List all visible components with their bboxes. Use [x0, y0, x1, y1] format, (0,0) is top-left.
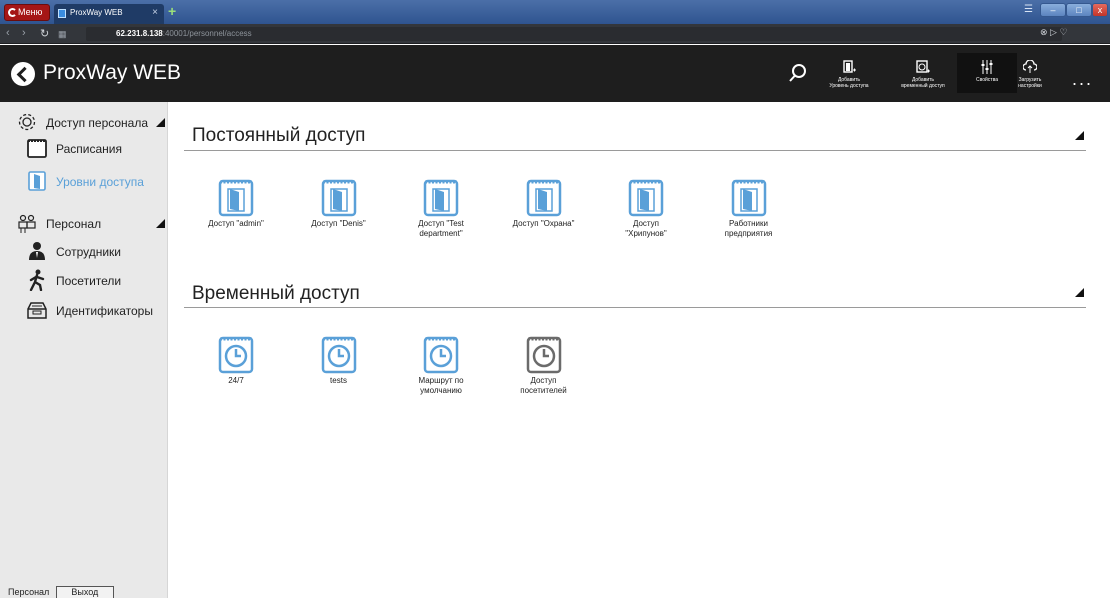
add-temporary-access-button[interactable]: Добавить временный доступ: [893, 60, 953, 89]
section-title-permanent: Постоянный доступ: [192, 125, 366, 146]
add-schedule-icon: [916, 60, 930, 73]
access-tile[interactable]: Доступ посетителей: [494, 334, 594, 396]
browser-tab-title: ProxWay WEB: [70, 8, 123, 17]
employee-icon: [29, 242, 45, 260]
tile-label: tests: [330, 376, 347, 385]
app-header: ProxWay WEB Добавить Уровень доступа Доб…: [0, 45, 1110, 102]
access-tile[interactable]: Работники предприятия: [699, 177, 799, 239]
app-title: ProxWay WEB: [43, 61, 182, 84]
sidebar: Доступ персонала Расписания Уровни досту…: [0, 102, 168, 598]
access-level-door-icon: [628, 179, 664, 217]
reload-icon[interactable]: ↻: [40, 27, 49, 40]
access-level-door-icon: [423, 179, 459, 217]
proxway-logo-icon[interactable]: [11, 62, 35, 86]
tile-label: 24/7: [228, 376, 244, 385]
access-level-door-icon: [321, 179, 356, 217]
tile-label: Доступ "Test department": [418, 219, 464, 238]
collapse-triangle-icon[interactable]: [156, 219, 165, 228]
tile-label: Доступ "Охрана": [512, 219, 575, 228]
current-user-label: Персонал: [8, 587, 50, 597]
access-tile[interactable]: 24/7: [186, 334, 286, 386]
logout-button[interactable]: Выход: [55, 586, 114, 598]
add-door-icon: [843, 60, 856, 73]
schedule-clock-icon: [526, 336, 561, 374]
speed-dial-icon[interactable]: ▦: [58, 29, 67, 40]
access-tile[interactable]: Доступ "Test department": [391, 177, 491, 239]
collapse-triangle-icon[interactable]: [1075, 288, 1084, 297]
search-icon[interactable]: [788, 63, 808, 83]
access-level-door-icon: [731, 179, 766, 217]
sidebar-footer: Персонал Выход: [8, 586, 114, 598]
url-host: 62.231.8.138: [116, 29, 163, 38]
browser-menu-label: Меню: [18, 7, 43, 17]
close-window-button[interactable]: x: [1092, 3, 1108, 17]
close-tab-icon[interactable]: ×: [152, 4, 158, 22]
tile-label: Доступ посетителей: [520, 376, 567, 395]
favicon-icon: [58, 9, 66, 18]
calendar-icon: [27, 139, 47, 158]
walker-icon: [29, 269, 45, 291]
access-tile[interactable]: Маршрут по умолчанию: [391, 334, 491, 396]
vpn-badge-icon[interactable]: ⊗ ▷ ♡: [1040, 27, 1068, 38]
opera-logo-icon: [8, 8, 17, 17]
url-path: :40001/personnel/access: [162, 29, 252, 38]
browser-menu-button[interactable]: Меню: [4, 4, 50, 21]
load-settings-button[interactable]: Загрузить настройки: [1000, 60, 1060, 89]
maximize-button[interactable]: □: [1066, 3, 1092, 17]
schedule-clock-icon: [321, 336, 356, 374]
collapse-triangle-icon[interactable]: [156, 118, 165, 127]
gear-icon: [18, 113, 36, 131]
access-tile[interactable]: Доступ "Охрана": [494, 177, 594, 229]
access-tile[interactable]: tests: [289, 334, 389, 386]
cloud-upload-icon: [1023, 60, 1037, 73]
more-icon[interactable]: ...: [1072, 69, 1093, 90]
card-box-icon: [27, 302, 47, 319]
collapse-triangle-icon[interactable]: [1075, 131, 1084, 140]
browser-tab[interactable]: ProxWay WEB ×: [54, 4, 164, 24]
schedule-clock-icon: [423, 336, 459, 374]
people-icon: [18, 214, 36, 233]
access-tile[interactable]: Доступ "Denis": [289, 177, 389, 229]
schedule-clock-icon: [218, 336, 254, 374]
address-bar-row: ‹ › ↻ ▦ 62.231.8.138:40001/personnel/acc…: [0, 24, 1110, 44]
tile-label: Доступ "Denis": [311, 219, 366, 228]
tray-icon[interactable]: ☰: [1024, 4, 1033, 15]
access-tile[interactable]: Доступ "Хрипунов": [596, 177, 696, 239]
door-icon: [28, 171, 46, 191]
browser-tab-bar: Меню ProxWay WEB × + ☰ – □ x: [0, 0, 1110, 24]
section-divider: [184, 150, 1086, 151]
sliders-icon: [981, 60, 993, 74]
tile-label: Маршрут по умолчанию: [418, 376, 464, 395]
tile-label: Доступ "admin": [208, 219, 264, 228]
tile-label: Работники предприятия: [724, 219, 773, 238]
section-divider: [184, 307, 1086, 308]
access-level-door-icon: [218, 179, 254, 217]
new-tab-icon[interactable]: +: [168, 3, 176, 19]
url-field[interactable]: 62.231.8.138:40001/personnel/access: [86, 27, 1062, 41]
back-icon[interactable]: ‹: [6, 27, 10, 39]
access-tile[interactable]: Доступ "admin": [186, 177, 286, 229]
add-access-level-button[interactable]: Добавить Уровень доступа: [819, 60, 879, 89]
minimize-button[interactable]: –: [1040, 3, 1066, 17]
access-level-door-icon: [526, 179, 561, 217]
section-title-temporary: Временный доступ: [192, 283, 360, 304]
tile-label: Доступ "Хрипунов": [625, 219, 667, 238]
forward-icon[interactable]: ›: [22, 27, 26, 39]
